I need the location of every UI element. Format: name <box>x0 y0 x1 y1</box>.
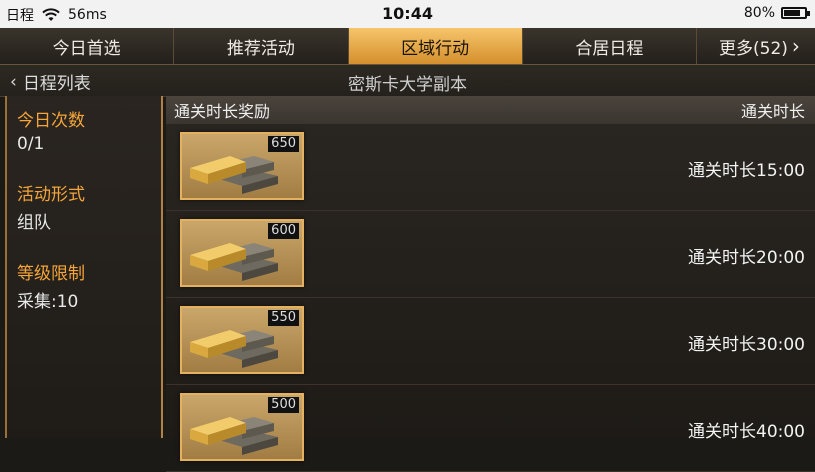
level-limit-value: 采集:10 <box>17 292 79 312</box>
battery-percent: 80% <box>743 5 775 21</box>
level-limit: 等级限制 采集:10 <box>17 259 151 312</box>
tab-today[interactable]: 今日首选 <box>0 28 175 64</box>
activity-form-value: 组队 <box>17 213 51 233</box>
daily-count: 今日次数 0/1 <box>17 106 151 154</box>
chevron-right-icon: › <box>791 34 800 58</box>
activity-form: 活动形式 组队 <box>17 180 151 233</box>
page-title: 密斯卡大学副本 <box>348 75 467 95</box>
gold-bar-reward[interactable]: 650 <box>180 132 304 200</box>
reward-row: 500 通关时长40:00 <box>166 385 815 472</box>
reward-row: 650 通关时长15:00 <box>166 124 815 211</box>
clear-time: 通关时长20:00 <box>688 248 805 268</box>
status-bar: 日程 56ms 10:44 80% <box>0 0 815 28</box>
col-reward: 通关时长奖励 <box>174 102 271 121</box>
tab-recommended[interactable]: 推荐活动 <box>174 28 349 64</box>
daily-count-value: 0/1 <box>17 134 45 154</box>
clear-time: 通关时长30:00 <box>688 335 805 355</box>
tab-label: 今日首选 <box>52 38 121 59</box>
clear-time: 通关时长15:00 <box>688 161 805 181</box>
level-limit-label: 等级限制 <box>17 264 85 284</box>
gold-bar-reward[interactable]: 500 <box>180 393 304 461</box>
status-time: 10:44 <box>382 4 433 23</box>
daily-count-label: 今日次数 <box>17 111 85 131</box>
reward-count: 650 <box>268 136 299 152</box>
tab-schedule[interactable]: 合居日程 <box>523 28 697 64</box>
tab-label: 推荐活动 <box>226 38 295 59</box>
activity-form-label: 活动形式 <box>17 185 85 205</box>
reward-row: 600 通关时长20:00 <box>166 211 815 298</box>
reward-list[interactable]: 通关时长奖励 通关时长 650 通关时长15:00 600 通关时长20:00 … <box>166 96 815 472</box>
clear-time: 通关时长40:00 <box>688 422 805 442</box>
tab-regional-action[interactable]: 区域行动 <box>348 28 523 64</box>
battery-icon <box>781 7 810 19</box>
gold-bar-reward[interactable]: 600 <box>180 219 304 287</box>
tab-label: 合居日程 <box>575 38 644 59</box>
reward-row: 550 通关时长30:00 <box>166 298 815 385</box>
reward-list-header: 通关时长奖励 通关时长 <box>166 96 815 124</box>
tab-label: 更多(52) <box>719 38 788 59</box>
activity-info-panel: 今日次数 0/1 活动形式 组队 等级限制 采集:10 <box>5 96 163 438</box>
reward-count: 550 <box>268 310 299 326</box>
reward-count: 600 <box>268 223 299 239</box>
breadcrumb: ‹ 日程列表 密斯卡大学副本 <box>0 65 815 97</box>
tab-label: 区域行动 <box>401 38 470 59</box>
col-time: 通关时长 <box>740 102 805 121</box>
gold-bar-reward[interactable]: 550 <box>180 306 304 374</box>
tab-more[interactable]: 更多(52) › <box>697 28 815 64</box>
tab-bar: 今日首选 推荐活动 区域行动 合居日程 更多(52) › <box>0 28 815 65</box>
reward-count: 500 <box>268 397 299 413</box>
